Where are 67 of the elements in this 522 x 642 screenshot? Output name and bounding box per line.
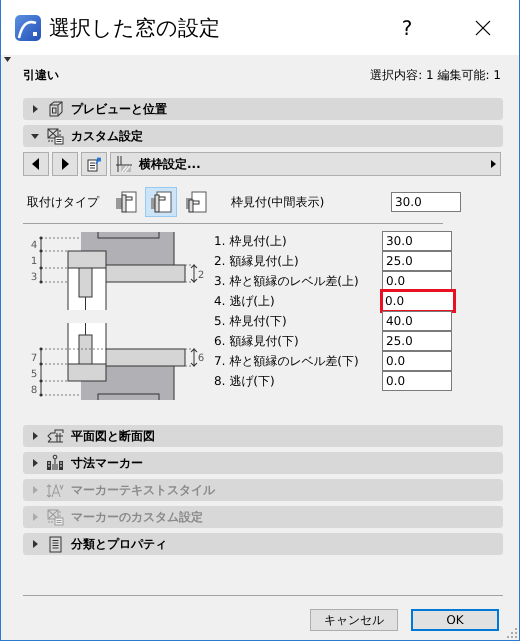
section-header[interactable]: プレビューと位置 <box>23 98 503 120</box>
text-style-icon <box>46 481 64 499</box>
collapse-arrow-icon <box>4 57 11 62</box>
expand-arrow-icon <box>31 459 39 467</box>
expand-arrow-icon <box>31 513 39 521</box>
field-label: 枠見付(中間表示) <box>231 194 326 210</box>
page-selector[interactable]: 横枠設定... <box>110 152 501 176</box>
expand-arrow-icon <box>31 432 39 440</box>
grid-table-icon <box>46 127 64 145</box>
field-label: 5. 枠見付(下) <box>214 312 288 330</box>
input-field[interactable]: 25.0 <box>382 331 452 351</box>
frame-profile-icon <box>150 190 172 214</box>
field-label: 1. 枠見付(上) <box>214 232 288 250</box>
document-arrow-icon <box>86 156 102 172</box>
window-title: 選択した窓の設定 <box>49 14 221 42</box>
dimension-number: 4 <box>30 240 38 251</box>
dimension-marker-icon <box>46 454 64 472</box>
expand-arrow-icon <box>31 105 39 113</box>
right-arrow-icon <box>491 160 496 168</box>
expand-arrow-icon <box>31 486 39 494</box>
dimension-number: 7 <box>30 353 38 364</box>
dimension-number: 3 <box>30 272 38 283</box>
close-icon <box>475 20 491 36</box>
next-button[interactable] <box>52 152 78 176</box>
field-label: 8. 逃げ(下) <box>214 372 276 390</box>
export-button[interactable] <box>81 152 107 176</box>
section-header[interactable]: 寸法マーカー <box>23 452 503 474</box>
input-field[interactable]: 25.0 <box>382 251 452 271</box>
collapse-arrow-icon <box>31 132 39 140</box>
dimension-number: 8 <box>30 385 38 396</box>
dimension-number: 6 <box>198 353 204 364</box>
frame-profile-icon <box>185 190 207 214</box>
resize-grip-icon <box>507 628 517 638</box>
input-field[interactable]: 40.0 <box>382 311 452 331</box>
input-field[interactable]: 30.0 <box>382 231 452 251</box>
expand-arrow-icon <box>31 540 39 548</box>
app-logo-icon <box>14 14 42 42</box>
mount-type-option[interactable] <box>145 187 177 217</box>
field-label: 3. 枠と額縁のレベル差(上) <box>214 272 360 290</box>
ok-button[interactable]: OK <box>411 609 499 631</box>
input-field[interactable]: 30.0 <box>391 192 461 212</box>
mount-type-label: 取付けタイプ <box>27 194 100 210</box>
section-header[interactable]: 平面図と断面図 <box>23 425 503 447</box>
input-field[interactable]: 0.0 <box>382 271 452 291</box>
section-header[interactable]: 分類とプロパティ <box>23 533 503 555</box>
section-header[interactable]: カスタム設定 <box>23 125 503 147</box>
cancel-button[interactable]: キャンセル <box>310 609 398 631</box>
help-button[interactable]: ? <box>387 16 427 40</box>
grid-table-icon <box>46 508 64 526</box>
right-arrow-icon <box>61 158 69 170</box>
selection-info: 選択内容: 1 編集可能: 1 <box>370 67 501 83</box>
input-field[interactable]: 0.0 <box>382 371 452 391</box>
input-field[interactable]: 0.0 <box>382 351 452 371</box>
previous-button[interactable] <box>23 152 49 176</box>
field-label: 6. 額縁見付(下) <box>214 332 300 350</box>
field-label: 7. 枠と額縁のレベル差(下) <box>214 352 360 370</box>
dimension-number: 1 <box>30 256 38 267</box>
dimension-number: 2 <box>198 270 204 281</box>
left-arrow-icon <box>32 158 40 170</box>
frame-profile-icon <box>115 190 137 214</box>
frame-section-icon <box>115 155 133 173</box>
dimension-number: 5 <box>30 369 38 380</box>
floor-plan-icon <box>46 427 64 445</box>
input-field[interactable]: 0.0 <box>380 289 456 313</box>
field-label: 2. 額縁見付(上) <box>214 252 300 270</box>
element-type-label: 引違い <box>23 67 59 83</box>
field-label: 4. 逃げ(上) <box>214 292 276 310</box>
